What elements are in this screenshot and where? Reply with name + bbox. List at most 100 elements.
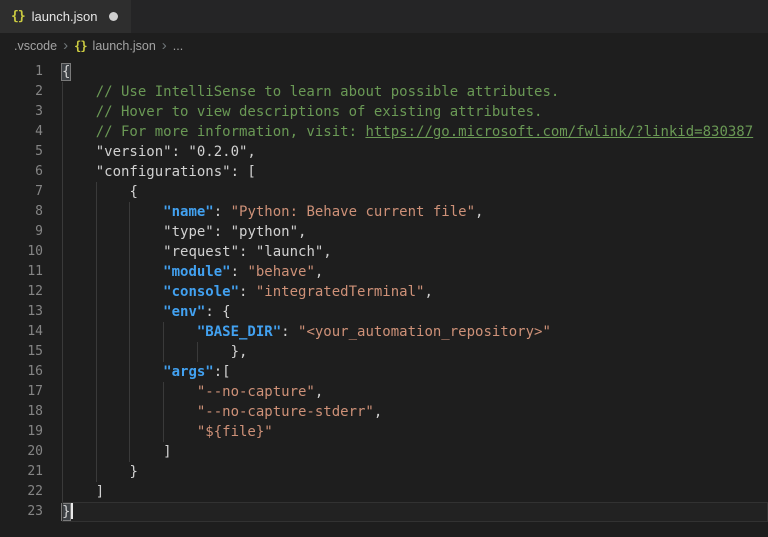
code-token: }, [230,344,248,360]
modified-dot-icon [109,12,119,21]
line-number[interactable]: 1 [0,62,43,82]
code-line[interactable]: 8 "name": "Python: Behave current file", [0,202,768,222]
code-token: , [314,384,324,400]
indent-guide [129,282,131,302]
code-token: "args" [163,364,214,380]
code-line[interactable]: 13 "env": { [0,302,768,322]
indent-guide [163,342,165,362]
breadcrumb-file[interactable]: launch.json [93,39,156,53]
indent-guide [129,342,131,362]
indent-guide [95,422,97,442]
code-line-content: } [60,502,768,522]
code-token: : { [205,304,231,320]
indent-guide [129,222,131,242]
code-line[interactable]: 9 "type": "python", [0,222,768,242]
code-line[interactable]: 10 "request": "launch", [0,242,768,262]
code-line-content: ] [62,482,768,502]
indent-guide [62,342,63,362]
tab-launch-json[interactable]: {} launch.json [0,0,132,33]
code-line[interactable]: 2 // Use IntelliSense to learn about pos… [0,82,768,102]
code-line-content: "type": "python", [62,222,768,242]
code-token: , [475,204,484,220]
indent-guide [163,402,165,422]
code-token: // Use IntelliSense to learn about possi… [95,84,560,100]
line-number[interactable]: 15 [0,342,43,362]
line-number[interactable]: 14 [0,322,43,342]
code-token: // For more information, visit: [95,124,366,140]
line-number[interactable]: 13 [0,302,43,322]
line-number[interactable]: 7 [0,182,43,202]
code-token: : [239,284,256,300]
line-number[interactable]: 2 [0,82,43,102]
code-line[interactable]: 1{ [0,62,768,82]
code-line[interactable]: 18 "--no-capture-stderr", [0,402,768,422]
code-token: "--no-capture" [196,384,315,400]
indent-guide [129,422,131,442]
code-line[interactable]: 19 "${file}" [0,422,768,442]
line-number[interactable]: 18 [0,402,43,422]
bracket-match-highlight: } [60,503,72,521]
line-number[interactable]: 16 [0,362,43,382]
code-token: "<your_automation_repository>" [298,324,551,340]
indent-guide [62,202,63,222]
code-token: , [314,264,324,280]
breadcrumb-folder[interactable]: .vscode [14,39,57,53]
code-line-content: "args":[ [62,362,768,382]
line-number[interactable]: 6 [0,162,43,182]
line-number[interactable]: 12 [0,282,43,302]
indent-guide [62,102,63,122]
code-line-content: "--no-capture", [62,382,768,402]
code-token: "env" [163,304,206,320]
line-number[interactable]: 9 [0,222,43,242]
indent-guide [163,322,165,342]
code-token: "BASE_DIR" [196,324,282,340]
code-token: "request": "launch", [163,244,332,260]
indent-guide [62,82,63,102]
code-line[interactable]: 7 { [0,182,768,202]
code-line[interactable]: 22 ] [0,482,768,502]
indent-guide [62,442,63,462]
code-line[interactable]: 3 // Hover to view descriptions of exist… [0,102,768,122]
code-line[interactable]: 16 "args":[ [0,362,768,382]
indent-guide [129,302,131,322]
indent-guide [62,142,63,162]
code-line[interactable]: 12 "console": "integratedTerminal", [0,282,768,302]
indent-guide [129,262,131,282]
breadcrumb-symbol-path[interactable]: ... [173,39,183,53]
code-line-content: "version": "0.2.0", [62,142,768,162]
code-editor[interactable]: 1{2 // Use IntelliSense to learn about p… [0,59,768,522]
line-number[interactable]: 5 [0,142,43,162]
code-line[interactable]: 5 "version": "0.2.0", [0,142,768,162]
indent-guide [62,402,63,422]
code-line[interactable]: 14 "BASE_DIR": "<your_automation_reposit… [0,322,768,342]
code-token: "type": "python", [163,224,307,240]
line-number[interactable]: 22 [0,482,43,502]
code-line[interactable]: 15 }, [0,342,768,362]
line-number[interactable]: 8 [0,202,43,222]
line-number[interactable]: 17 [0,382,43,402]
code-token: "behave" [247,264,315,280]
code-line[interactable]: 17 "--no-capture", [0,382,768,402]
indent-guide [62,262,63,282]
line-number[interactable]: 3 [0,102,43,122]
code-token: : [230,264,248,280]
code-line[interactable]: 20 ] [0,442,768,462]
line-number[interactable]: 21 [0,462,43,482]
code-line-content: "BASE_DIR": "<your_automation_repository… [62,322,768,342]
line-number[interactable]: 4 [0,122,43,142]
indent-guide [95,182,97,202]
line-number[interactable]: 20 [0,442,43,462]
indent-guide [129,442,131,462]
line-number[interactable]: 23 [0,502,43,522]
code-token: "console" [163,284,240,300]
line-number[interactable]: 19 [0,422,43,442]
code-token: // Hover to view descriptions of existin… [95,104,543,120]
code-line[interactable]: 23} [0,502,768,522]
code-line[interactable]: 21 } [0,462,768,482]
code-line[interactable]: 4 // For more information, visit: https:… [0,122,768,142]
code-line[interactable]: 11 "module": "behave", [0,262,768,282]
line-number[interactable]: 11 [0,262,43,282]
line-number[interactable]: 10 [0,242,43,262]
code-line[interactable]: 6 "configurations": [ [0,162,768,182]
indent-guide [95,402,97,422]
